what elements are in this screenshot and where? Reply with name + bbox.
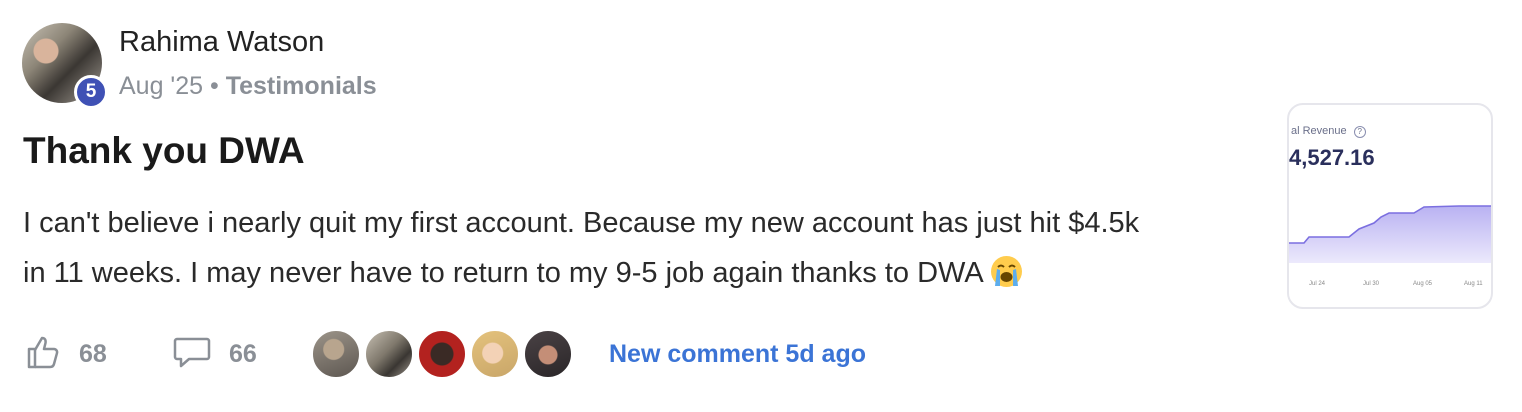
new-comment-link[interactable]: New comment 5d ago	[609, 340, 866, 369]
author-avatar-wrap[interactable]: 5	[22, 23, 108, 109]
author-name[interactable]: Rahima Watson	[119, 26, 324, 59]
commenter-avatar[interactable]	[470, 329, 520, 379]
commenter-avatar[interactable]	[417, 329, 467, 379]
post-body-line2: in 11 weeks. I may never have to return …	[23, 257, 983, 289]
x-tick-3: Aug 11	[1464, 281, 1483, 287]
meta-separator: •	[209, 72, 219, 100]
level-badge: 5	[74, 75, 108, 109]
post-meta: Aug '25 • Testimonials	[119, 72, 377, 101]
x-tick-1: Jul 30	[1363, 281, 1380, 287]
commenter-avatar[interactable]	[364, 329, 414, 379]
commenter-avatar[interactable]	[523, 329, 573, 379]
x-tick-0: Jul 24	[1309, 281, 1326, 287]
commenter-avatar[interactable]	[311, 329, 361, 379]
post-body-line1: I can't believe i nearly quit my first a…	[23, 207, 1140, 239]
post-category[interactable]: Testimonials	[226, 72, 377, 100]
post-body: I can't believe i nearly quit my first a…	[23, 198, 1263, 298]
revenue-chart: Jul 24 Jul 30 Aug 05 Aug 11	[1289, 205, 1491, 287]
x-tick-2: Aug 05	[1413, 281, 1433, 287]
comment-button[interactable]: 66	[173, 330, 257, 378]
like-button[interactable]: 68	[25, 330, 107, 378]
comment-count: 66	[229, 339, 257, 368]
revenue-screenshot-attachment[interactable]: al Revenue ? 4,527.16 Jul 24 Jul 30 Aug …	[1287, 103, 1493, 309]
post-date[interactable]: Aug '25	[119, 72, 203, 100]
post-title[interactable]: Thank you DWA	[23, 130, 305, 172]
comment-bubble-icon	[173, 334, 211, 375]
loudly-crying-face-icon	[990, 254, 1023, 287]
thumbs-up-icon	[25, 334, 61, 375]
like-count: 68	[79, 339, 107, 368]
